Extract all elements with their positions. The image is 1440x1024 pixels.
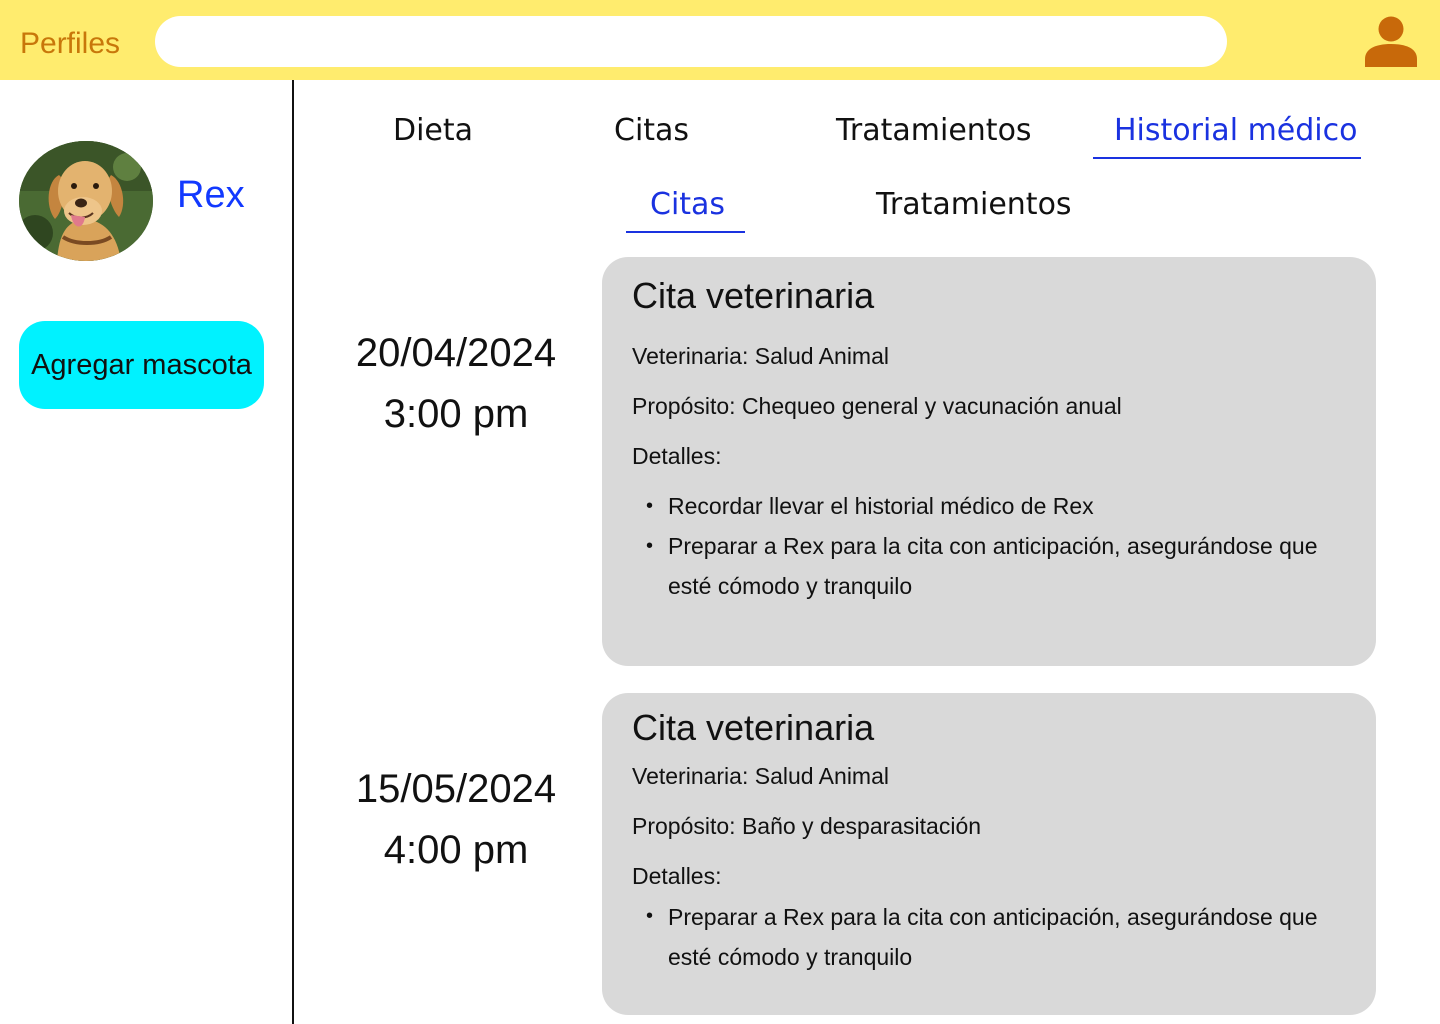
brand-title: Perfiles [20, 27, 121, 60]
pet-avatar[interactable] [19, 141, 153, 261]
tab-citas[interactable]: Citas [614, 111, 689, 151]
search-input[interactable] [155, 16, 1227, 67]
tab-tratamientos[interactable]: Tratamientos [836, 111, 1032, 151]
pet-name[interactable]: Rex [177, 172, 245, 218]
appointment-card[interactable]: Cita veterinaria Veterinaria: Salud Anim… [602, 693, 1376, 1015]
add-pet-button[interactable]: Agregar mascota [19, 321, 264, 409]
sidebar-divider [292, 80, 294, 1024]
appointment-date: 20/04/2024 [355, 331, 557, 375]
appointment-details-label: Detalles: [632, 443, 722, 469]
top-bar: Perfiles [0, 0, 1440, 80]
tab-dieta[interactable]: Dieta [393, 111, 473, 151]
subtab-tratamientos[interactable]: Tratamientos [876, 185, 1072, 225]
appointment-datetime: 15/05/2024 4:00 pm [326, 759, 586, 881]
active-tab-underline [1093, 157, 1361, 159]
appointment-details-label: Detalles: [632, 863, 722, 889]
active-subtab-underline [626, 231, 745, 233]
user-icon[interactable] [1364, 15, 1418, 67]
appointment-vet: Veterinaria: Salud Animal [632, 763, 889, 789]
appointment-time: 4:00 pm [383, 828, 529, 872]
appointment-title: Cita veterinaria [632, 275, 875, 316]
appointment-purpose: Propósito: Baño y desparasitación [632, 813, 982, 839]
bullet-icon: • [646, 495, 654, 517]
tab-historial-medico[interactable]: Historial médico [1114, 111, 1357, 151]
appointment-date: 15/05/2024 [355, 767, 557, 811]
dog-photo [19, 141, 153, 261]
subtab-citas[interactable]: Citas [650, 185, 725, 225]
appointment-card[interactable]: Cita veterinaria Veterinaria: Salud Anim… [602, 257, 1376, 666]
appointment-vet: Veterinaria: Salud Animal [632, 343, 889, 369]
bullet-icon: • [646, 905, 654, 927]
appointment-detail-item: Recordar llevar el historial médico de R… [668, 493, 1094, 519]
appointment-detail-item: Preparar a Rex para la cita con anticipa… [668, 904, 1318, 970]
appointment-detail-item: Preparar a Rex para la cita con anticipa… [668, 533, 1318, 599]
appointment-time: 3:00 pm [383, 392, 529, 436]
appointment-purpose: Propósito: Chequeo general y vacunación … [632, 393, 1122, 419]
appointment-title: Cita veterinaria [632, 707, 875, 748]
appointment-datetime: 20/04/2024 3:00 pm [326, 323, 586, 445]
bullet-icon: • [646, 535, 654, 557]
